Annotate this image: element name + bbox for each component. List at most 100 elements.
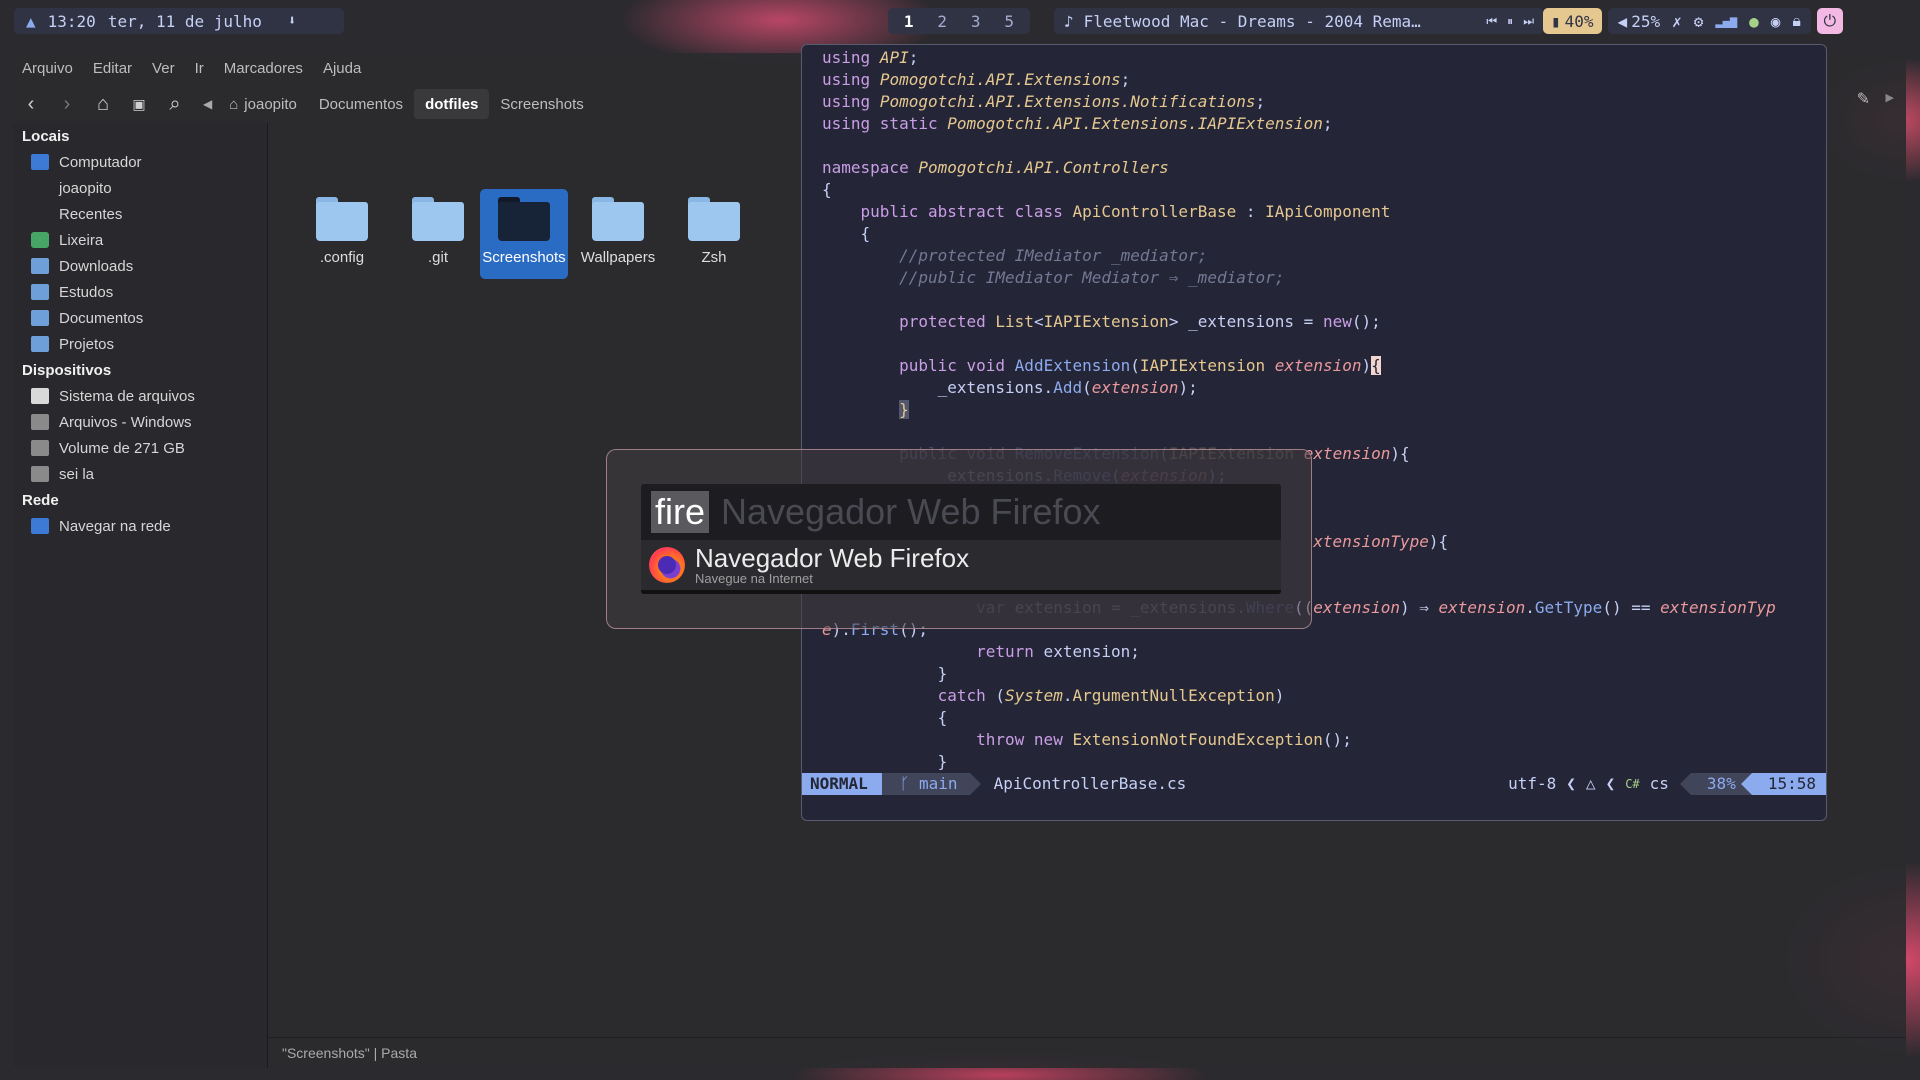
microphone-muted-icon[interactable]: ✗ [1666,12,1688,31]
lock-icon[interactable]: 🔒︎ [1786,11,1807,31]
file-item-zsh[interactable]: Zsh [670,189,758,279]
computer-icon [31,154,49,170]
home-folder-icon [31,180,49,196]
sidebar-item-recentes[interactable]: Recentes [13,201,267,227]
battery-icon: ▮ [1551,11,1561,31]
breadcrumb-right-arrow-icon[interactable]: ▶ [1886,91,1894,104]
sidebar-item-label: joaopito [59,179,112,197]
power-button[interactable]: ⏻ [1816,8,1843,34]
cursor-position: 15:58 [1740,773,1826,795]
sidebar-item-label: Projetos [59,335,115,353]
file-info: utf-8 ❮ △ ❮ C# cs [1500,773,1677,795]
menu-arquivo[interactable]: Arquivo [22,60,73,77]
launcher-search-input[interactable]: fire Navegador Web Firefox [641,484,1281,540]
record-icon[interactable]: ◉ [1765,12,1787,31]
back-arrow-icon[interactable]: ‹ [13,89,49,119]
media-title[interactable]: Fleetwood Mac - Dreams - 2004 Rema… [1084,12,1477,31]
sidebar: Locais Computador joaopito Recentes Lixe… [13,123,268,1068]
menu-marcadores[interactable]: Marcadores [224,60,303,77]
code-line: using Pomogotchi.API.Extensions.Notifica… [822,92,1266,111]
sidebar-item-label: Lixeira [59,231,104,249]
code-line: return extension; [976,642,1140,661]
recent-icon [31,206,49,222]
settings-gear-icon[interactable]: ⚙ [1688,12,1710,31]
menu-editar[interactable]: Editar [93,60,132,77]
home-icon[interactable]: ⌂ [85,89,121,119]
launcher-query: fire [651,491,710,533]
search-icon[interactable]: ⌕ [157,89,193,119]
sidebar-item-label: Navegar na rede [59,517,171,535]
battery-indicator[interactable]: ▮ 40% [1543,8,1602,34]
sidebar-item-downloads[interactable]: Downloads [13,253,267,279]
volume-indicator[interactable]: ◀ 25% [1612,12,1667,31]
sidebar-item-joaopito[interactable]: joaopito [13,175,267,201]
launcher-panel: fire Navegador Web Firefox Navegador Web… [641,484,1281,594]
code-line: namespace Pomogotchi.API.Controllers [822,158,1169,177]
code-line: catch (System.ArgumentNullException) [937,686,1285,705]
file-item-git[interactable]: .git [394,189,482,279]
next-track-icon[interactable]: ⏭ [1523,14,1534,29]
file-item-config[interactable]: .config [298,189,386,279]
sidebar-item-computador[interactable]: Computador [13,149,267,175]
menu-ajuda[interactable]: Ajuda [323,60,361,77]
sidebar-item-lixeira[interactable]: Lixeira [13,227,267,253]
sidebar-item-navegar-na-rede[interactable]: Navegar na rede [13,513,267,539]
breadcrumb-screenshots[interactable]: Screenshots [489,89,594,119]
file-label: Screenshots [482,249,566,266]
workspace-2[interactable]: 2 [928,12,956,31]
sidebar-item-sei-la[interactable]: sei la [13,461,267,487]
sidebar-item-sistema-de-arquivos[interactable]: Sistema de arquivos [13,383,267,409]
breadcrumb-documentos[interactable]: Documentos [308,89,414,119]
code-line: } [899,400,909,419]
linux-icon: △ [1585,774,1596,793]
folder-icon [498,197,550,241]
sidebar-item-arquivos-windows[interactable]: Arquivos - Windows [13,409,267,435]
folder-icon [31,310,49,326]
neovim-terminal-window[interactable]: using API; using Pomogotchi.API.Extensio… [801,44,1827,821]
csharp-icon: C# [1625,777,1640,791]
previous-track-icon[interactable]: ⏮ [1486,14,1497,29]
forward-arrow-icon[interactable]: › [49,89,85,119]
edit-path-icon[interactable]: ✎ [1857,89,1870,109]
launcher-result-item[interactable]: Navegador Web Firefox Navegue na Interne… [641,540,1281,590]
code-line: using Pomogotchi.API.Extensions; [822,70,1131,89]
sidebar-item-documentos[interactable]: Documentos [13,305,267,331]
launcher-divider [641,590,1281,594]
clock-time: 13:20 [47,11,96,31]
pause-icon[interactable]: ⏸ [1507,14,1513,29]
sidebar-item-projetos[interactable]: Projetos [13,331,267,357]
network-status-icon[interactable]: ● [1743,12,1765,31]
breadcrumb-dotfiles[interactable]: dotfiles [414,89,490,119]
menu-ver[interactable]: Ver [152,60,175,77]
signal-icon[interactable]: ▂▄▆ [1709,14,1743,28]
drive-icon [31,414,49,430]
distro-logo-icon[interactable]: ▲ [26,12,36,31]
breadcrumb-left-arrow-icon[interactable]: ◀ [197,97,218,111]
drive-icon [31,466,49,482]
drive-icon [31,388,49,404]
sidebar-item-label: Arquivos - Windows [59,413,192,431]
battery-level: 40% [1564,11,1594,31]
workspace-3[interactable]: 3 [962,12,990,31]
download-icon[interactable]: ⬇ [288,13,296,29]
breadcrumb-joaopito[interactable]: ⌂ joaopito [218,89,308,119]
folder-icon [316,197,368,241]
sidebar-item-label: sei la [59,465,95,483]
file-item-wallpapers[interactable]: Wallpapers [574,189,662,279]
network-icon [31,518,49,534]
code-buffer[interactable]: using API; using Pomogotchi.API.Extensio… [822,47,1826,773]
sidebar-item-estudos[interactable]: Estudos [13,279,267,305]
folder-icon [31,284,49,300]
sidebar-section-rede: Rede [22,491,59,509]
sidebar-item-volume-271gb[interactable]: Volume de 271 GB [13,435,267,461]
file-item-screenshots[interactable]: Screenshots [480,189,568,279]
terminal-icon[interactable]: ▣ [121,89,157,119]
workspace-5[interactable]: 5 [995,12,1023,31]
code-line: { [822,708,948,727]
vim-mode: NORMAL [802,773,893,795]
menu-ir[interactable]: Ir [195,60,204,77]
workspace-1[interactable]: 1 [895,12,923,31]
sidebar-item-label: Documentos [59,309,144,327]
